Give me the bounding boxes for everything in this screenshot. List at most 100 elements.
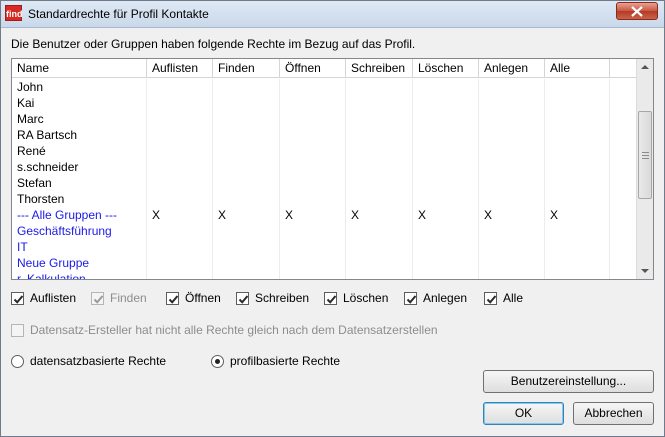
- scroll-thumb[interactable]: [638, 111, 652, 199]
- column-header-loeschen[interactable]: Löschen: [413, 59, 479, 78]
- right-cell[interactable]: [280, 271, 346, 279]
- right-cell[interactable]: [280, 111, 346, 127]
- column-header-anlegen[interactable]: Anlegen: [479, 59, 545, 78]
- right-cell[interactable]: [213, 111, 280, 127]
- right-cell[interactable]: [147, 159, 213, 175]
- ok-button[interactable]: OK: [483, 402, 564, 425]
- vertical-scrollbar[interactable]: [636, 59, 653, 279]
- right-cell[interactable]: [545, 143, 610, 159]
- checkbox-3[interactable]: Schreiben: [236, 290, 309, 306]
- checkbox-6[interactable]: Alle: [484, 290, 523, 306]
- right-cell[interactable]: [147, 175, 213, 191]
- right-cell[interactable]: [346, 223, 413, 239]
- checkbox-box[interactable]: [324, 291, 337, 305]
- right-cell[interactable]: [346, 127, 413, 143]
- right-cell[interactable]: [479, 159, 545, 175]
- right-cell[interactable]: [346, 271, 413, 279]
- right-cell[interactable]: [280, 239, 346, 255]
- right-cell[interactable]: [346, 159, 413, 175]
- checkbox-box[interactable]: [236, 291, 249, 305]
- radio-record-based[interactable]: datensatzbasierte Rechte: [11, 353, 166, 369]
- right-cell[interactable]: [545, 191, 610, 207]
- user-settings-button[interactable]: Benutzereinstellung...: [483, 370, 654, 393]
- right-cell[interactable]: [346, 191, 413, 207]
- right-cell[interactable]: [147, 239, 213, 255]
- right-cell[interactable]: [346, 79, 413, 95]
- table-row[interactable]: --- Alle Gruppen --- X X X X X X X: [12, 207, 637, 223]
- radio-profile-based[interactable]: profilbasierte Rechte: [211, 353, 340, 369]
- column-header-oeffnen[interactable]: Öffnen: [280, 59, 346, 78]
- table-row[interactable]: Neue Gruppe: [12, 255, 637, 271]
- right-cell[interactable]: [213, 127, 280, 143]
- column-header-alle[interactable]: Alle: [545, 59, 610, 78]
- right-cell[interactable]: X: [280, 207, 346, 223]
- right-cell[interactable]: [545, 255, 610, 271]
- right-cell[interactable]: [280, 175, 346, 191]
- right-cell[interactable]: [280, 223, 346, 239]
- column-header-name[interactable]: Name: [12, 59, 147, 78]
- checkbox-box[interactable]: [91, 291, 104, 305]
- right-cell[interactable]: [280, 159, 346, 175]
- right-cell[interactable]: [413, 95, 479, 111]
- right-cell[interactable]: [413, 255, 479, 271]
- table-row[interactable]: Kai: [12, 95, 637, 111]
- table-row[interactable]: r. Kalkulation: [12, 271, 637, 279]
- right-cell[interactable]: [479, 111, 545, 127]
- right-cell[interactable]: [147, 111, 213, 127]
- checkbox-4[interactable]: Löschen: [324, 290, 388, 306]
- checkbox-2[interactable]: Öffnen: [166, 290, 221, 306]
- right-cell[interactable]: [346, 239, 413, 255]
- column-header-finden[interactable]: Finden: [213, 59, 280, 78]
- scroll-down-button[interactable]: [637, 262, 653, 279]
- table-row[interactable]: Thorsten: [12, 191, 637, 207]
- right-cell[interactable]: [479, 143, 545, 159]
- right-cell[interactable]: X: [545, 207, 610, 223]
- right-cell[interactable]: [213, 143, 280, 159]
- checkbox-box[interactable]: [404, 291, 417, 305]
- right-cell[interactable]: [413, 175, 479, 191]
- right-cell[interactable]: [479, 239, 545, 255]
- right-cell[interactable]: [413, 111, 479, 127]
- rights-grid[interactable]: Name Auflisten Finden Öffnen Schreiben L…: [11, 58, 654, 280]
- right-cell[interactable]: [413, 223, 479, 239]
- right-cell[interactable]: [413, 191, 479, 207]
- right-cell[interactable]: [346, 143, 413, 159]
- right-cell[interactable]: [346, 95, 413, 111]
- right-cell[interactable]: [346, 111, 413, 127]
- right-cell[interactable]: X: [147, 207, 213, 223]
- checkbox-box[interactable]: [166, 291, 179, 305]
- right-cell[interactable]: X: [346, 207, 413, 223]
- right-cell[interactable]: [147, 223, 213, 239]
- scroll-up-button[interactable]: [637, 59, 653, 76]
- checkbox-1[interactable]: Finden: [91, 290, 147, 306]
- title-bar[interactable]: find Standardrechte für Profil Kontakte: [1, 1, 664, 28]
- table-row[interactable]: s.schneider: [12, 159, 637, 175]
- cancel-button[interactable]: Abbrechen: [573, 402, 654, 425]
- right-cell[interactable]: [545, 239, 610, 255]
- right-cell[interactable]: [147, 127, 213, 143]
- right-cell[interactable]: [479, 175, 545, 191]
- right-cell[interactable]: [147, 143, 213, 159]
- radio-button[interactable]: [11, 354, 24, 368]
- right-cell[interactable]: [147, 95, 213, 111]
- right-cell[interactable]: [413, 159, 479, 175]
- creator-option[interactable]: Datensatz-Ersteller hat nicht alle Recht…: [11, 322, 438, 338]
- column-header-auflisten[interactable]: Auflisten: [147, 59, 213, 78]
- checkbox-5[interactable]: Anlegen: [404, 290, 467, 306]
- right-cell[interactable]: [479, 191, 545, 207]
- right-cell[interactable]: [413, 239, 479, 255]
- right-cell[interactable]: [280, 95, 346, 111]
- table-row[interactable]: Marc: [12, 111, 637, 127]
- right-cell[interactable]: [213, 175, 280, 191]
- right-cell[interactable]: [147, 191, 213, 207]
- table-row[interactable]: John: [12, 79, 637, 95]
- right-cell[interactable]: [413, 143, 479, 159]
- right-cell[interactable]: [213, 255, 280, 271]
- table-row[interactable]: IT: [12, 239, 637, 255]
- creator-checkbox[interactable]: [11, 323, 24, 337]
- right-cell[interactable]: [479, 127, 545, 143]
- right-cell[interactable]: [346, 175, 413, 191]
- right-cell[interactable]: [213, 79, 280, 95]
- table-row[interactable]: RA Bartsch: [12, 127, 637, 143]
- right-cell[interactable]: [479, 271, 545, 279]
